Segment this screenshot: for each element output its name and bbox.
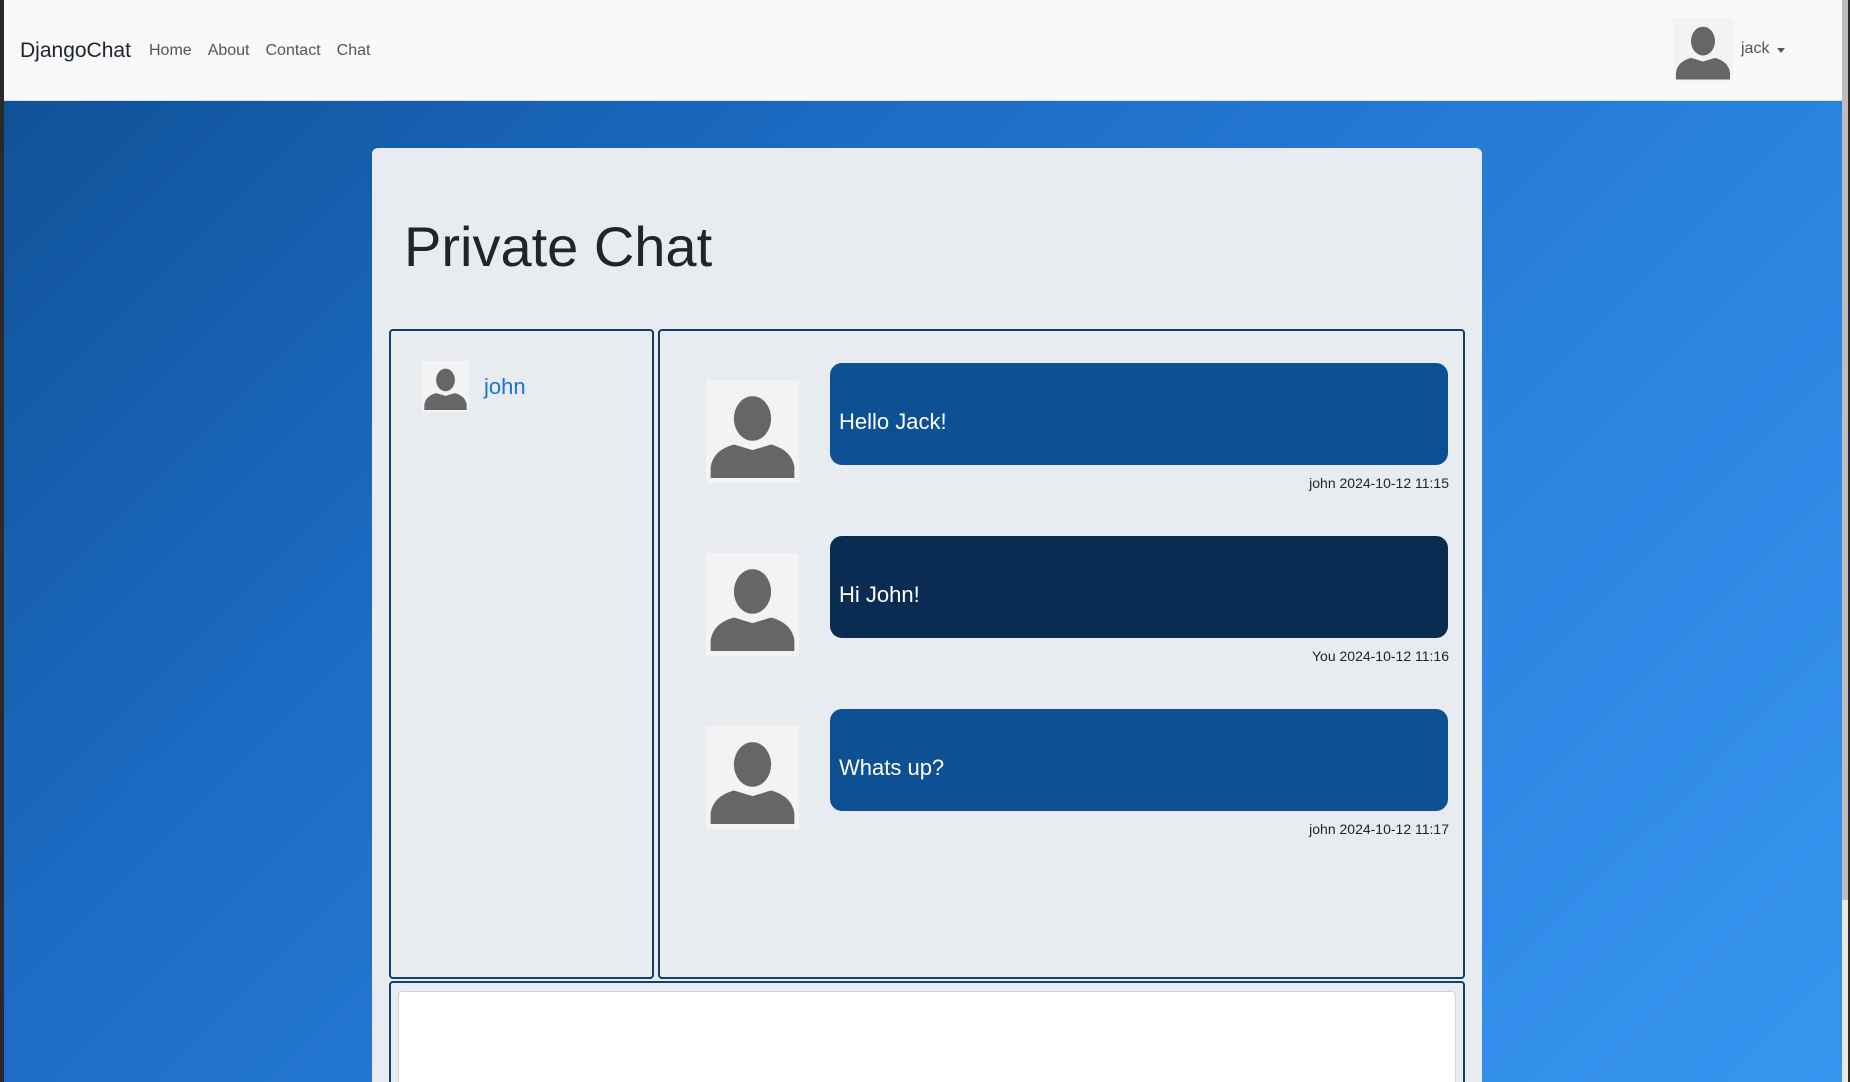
nav-links: Home About Contact Chat: [149, 42, 386, 60]
nav-link-home[interactable]: Home: [149, 42, 192, 60]
contact-list: john: [389, 329, 654, 979]
navbar: DjangoChat Home About Contact Chat jack: [4, 0, 1848, 101]
user-silhouette-icon: [1673, 18, 1733, 81]
message-item: Whats up? john 2024-10-12 11:17: [660, 709, 1463, 859]
scrollbar-thumb[interactable]: [1842, 0, 1848, 900]
user-silhouette-icon: [706, 553, 799, 656]
message-bubble: Hello Jack!: [830, 363, 1448, 465]
nav-link-contact[interactable]: Contact: [266, 42, 321, 60]
page-viewport: DjangoChat Home About Contact Chat jack …: [4, 0, 1848, 1082]
user-silhouette-icon: [706, 726, 799, 829]
chat-card: Private Chat john Hello Jack! john 2024-…: [372, 148, 1482, 1082]
message-bubble: Hi John!: [830, 536, 1448, 638]
scrollbar-track[interactable]: [1842, 0, 1848, 1082]
message-item: Hello Jack! john 2024-10-12 11:15: [660, 363, 1463, 513]
brand-link[interactable]: DjangoChat: [20, 39, 131, 63]
nav-link-about[interactable]: About: [208, 42, 250, 60]
nav-link-chat[interactable]: Chat: [337, 42, 371, 60]
message-item: Hi John! You 2024-10-12 11:16: [660, 536, 1463, 686]
caret-down-icon: [1777, 48, 1786, 53]
message-composer: [389, 981, 1465, 1082]
contact-name-link[interactable]: john: [484, 374, 526, 400]
message-list: Hello Jack! john 2024-10-12 11:15 Hi Joh…: [658, 329, 1465, 979]
contact-item-john[interactable]: john: [422, 361, 526, 412]
message-input[interactable]: [398, 991, 1456, 1082]
message-bubble: Whats up?: [830, 709, 1448, 811]
user-silhouette-icon: [422, 361, 469, 412]
user-name: jack: [1741, 40, 1770, 57]
user-dropdown[interactable]: jack: [1673, 18, 1786, 81]
message-meta: john 2024-10-12 11:17: [1309, 821, 1449, 837]
user-silhouette-icon: [706, 380, 799, 483]
message-meta: You 2024-10-12 11:16: [1311, 648, 1449, 664]
page-title: Private Chat: [404, 215, 713, 278]
message-meta: john 2024-10-12 11:15: [1309, 475, 1449, 491]
